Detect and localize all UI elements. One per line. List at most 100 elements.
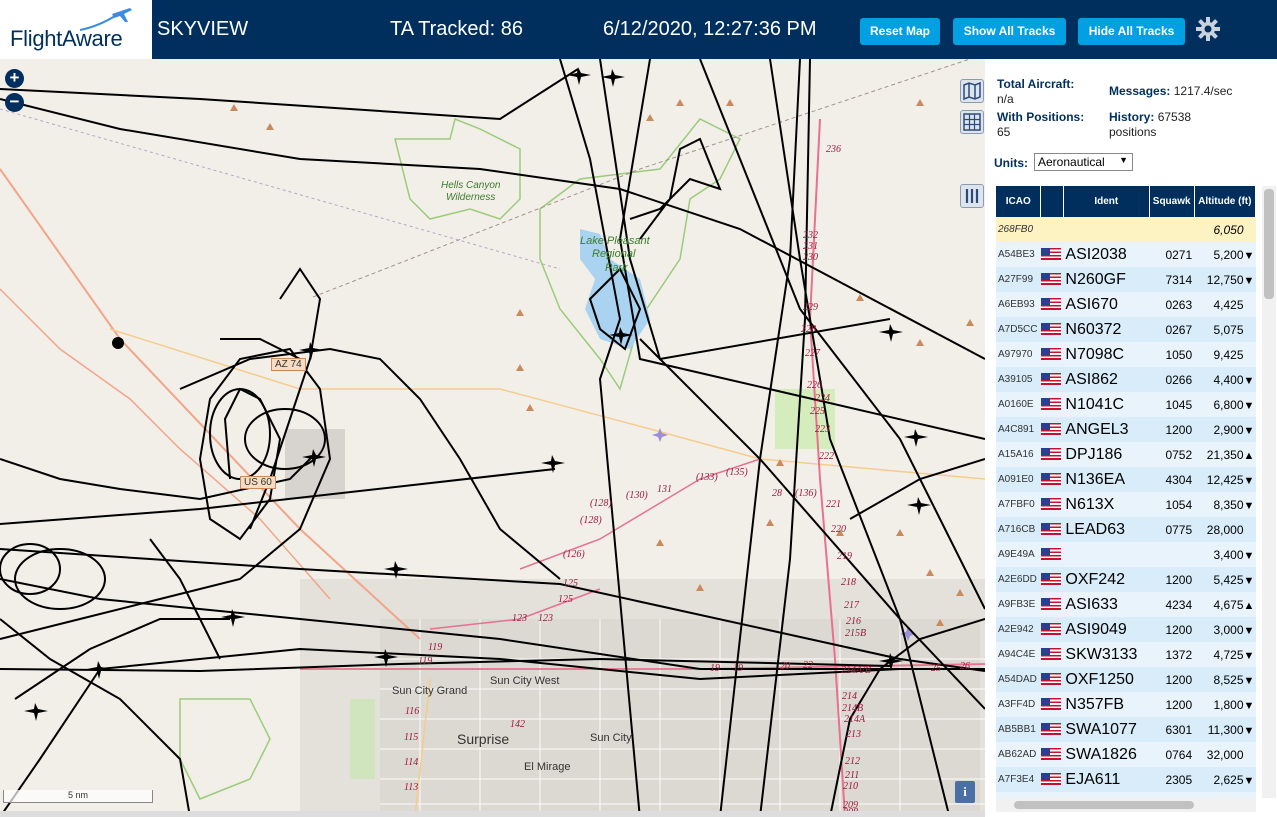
- range-rings-icon[interactable]: [960, 110, 984, 134]
- header-icao[interactable]: ICAO: [996, 186, 1042, 217]
- altitude-value: 3,000: [1213, 622, 1244, 637]
- altitude-value: 6,800: [1213, 397, 1244, 412]
- label-lake-pleasant: Lake Pleasant: [580, 235, 650, 247]
- table-row[interactable]: A091E0 N136EA 4304 12,425▼: [996, 467, 1256, 492]
- table-row[interactable]: A27F99 N260GF 7314 12,750▼: [996, 267, 1256, 292]
- road-label: 215B: [845, 628, 867, 639]
- table-row[interactable]: AB5BB1 SWA1077 6301 11,300▼: [996, 717, 1256, 742]
- label-park: Park: [605, 262, 628, 274]
- shield-us60: US 60: [240, 476, 276, 489]
- us-flag-icon: [1040, 323, 1061, 336]
- zoom-out-button[interactable]: −: [5, 93, 24, 112]
- table-row[interactable]: A7FBF0 N613X 1054 8,350▼: [996, 492, 1256, 517]
- history-label: History:: [1109, 110, 1155, 124]
- altitude-value: 3,400: [1213, 547, 1244, 562]
- cell-altitude: 11,300▼: [1194, 717, 1255, 742]
- hide-all-tracks-button[interactable]: Hide All Tracks: [1078, 18, 1185, 45]
- table-row[interactable]: A94C4E SKW3133 1372 4,725▼: [996, 642, 1256, 667]
- table-row[interactable]: A2E942 ASI9049 1200 3,000▼: [996, 617, 1256, 642]
- table-row[interactable]: A4C891 ANGEL3 1200 2,900▼: [996, 417, 1256, 442]
- cell-flag: [1040, 292, 1063, 317]
- map-view[interactable]: + − Hells Canyon Wilderness Lake Pleasan…: [0, 59, 985, 817]
- table-row[interactable]: A6EB93 ASI670 0263 4,425: [996, 292, 1256, 317]
- map-layers-icon[interactable]: [960, 79, 984, 103]
- scrollbar-thumb[interactable]: [1264, 189, 1274, 299]
- road-label: 216: [846, 616, 861, 627]
- table-row[interactable]: A39105 ASI862 0266 4,400▼: [996, 367, 1256, 392]
- table-row[interactable]: A54BE3 ASI2038 0271 5,200▼: [996, 242, 1256, 267]
- altitude-value: 4,425: [1213, 297, 1244, 312]
- table-row[interactable]: A97970 N7098C 1050 9,425: [996, 342, 1256, 367]
- cell-ident: SWA1077: [1065, 720, 1137, 738]
- cell-icao: A716CB: [998, 524, 1036, 535]
- show-all-tracks-button[interactable]: Show All Tracks: [953, 18, 1066, 45]
- table-row[interactable]: A9E49A 3,400▼: [996, 542, 1256, 567]
- table-row[interactable]: AB62AD SWA1826 0764 32,000: [996, 742, 1256, 767]
- cell-ident: ASI670: [1065, 295, 1118, 313]
- us-flag-icon: [1040, 348, 1061, 361]
- label-sun-city-west: Sun City West: [490, 675, 560, 687]
- columns-icon[interactable]: [960, 184, 984, 208]
- cell-squawk: 1054: [1165, 497, 1193, 512]
- cell-icao: A3FF4D: [998, 699, 1036, 710]
- info-icon[interactable]: i: [955, 781, 975, 803]
- altitude-trend-icon: ▼: [1243, 624, 1255, 637]
- map-horizontal-scrollbar[interactable]: [0, 811, 985, 817]
- road-label: 214A/B: [841, 665, 871, 676]
- table-row[interactable]: A716CB LEAD63 0775 28,000: [996, 517, 1256, 542]
- shield-az74: AZ 74: [271, 358, 306, 371]
- cell-squawk: 4234: [1165, 597, 1193, 612]
- road-label: 217: [844, 600, 859, 611]
- road-label: 19: [733, 663, 743, 674]
- label-surprise: Surprise: [457, 731, 510, 747]
- flightaware-logo[interactable]: FlightAware: [0, 0, 152, 59]
- reset-map-button[interactable]: Reset Map: [860, 18, 940, 45]
- label-sun-city: Sun City: [590, 732, 632, 744]
- table-row[interactable]: A15A16 DPJ186 0752 21,350▲: [996, 442, 1256, 467]
- cell-icao: A7D5CC: [998, 324, 1038, 335]
- map-canvas[interactable]: [0, 59, 985, 817]
- us-flag-icon: [1040, 548, 1061, 561]
- cell-squawk: [1149, 217, 1194, 242]
- cell-icao: 268FB0: [998, 224, 1034, 235]
- clock: 6/12/2020, 12:27:36 PM: [603, 18, 817, 40]
- aircraft-table-container[interactable]: ICAO Ident Squawk Altitude (ft) 268FB0 6,050…: [996, 186, 1256, 798]
- header-ident[interactable]: Ident: [1063, 186, 1150, 217]
- cell-altitude: 6,800▼: [1194, 392, 1255, 417]
- cell-flag: [1040, 467, 1063, 492]
- table-row[interactable]: A7F3E4 EJA611 2305 2,625▼: [996, 767, 1256, 792]
- table-row[interactable]: A54DAD OXF1250 1200 8,525▼: [996, 667, 1256, 692]
- units-select[interactable]: Aeronautical ▼: [1034, 153, 1133, 171]
- scrollbar-thumb[interactable]: [1014, 801, 1194, 809]
- altitude-trend-icon: ▼: [1243, 399, 1255, 412]
- header-altitude[interactable]: Altitude (ft): [1194, 186, 1256, 217]
- table-horizontal-scrollbar[interactable]: [996, 798, 1256, 812]
- with-positions-label: With Positions:: [997, 110, 1085, 124]
- table-row[interactable]: A0160E N1041C 1045 6,800▼: [996, 392, 1256, 417]
- table-row[interactable]: A7D5CC N60372 0267 5,075: [996, 317, 1256, 342]
- cell-squawk: 0263: [1165, 297, 1193, 312]
- table-vertical-scrollbar[interactable]: [1262, 186, 1276, 798]
- cell-flag: [1040, 592, 1063, 617]
- us-flag-icon: [1040, 473, 1061, 486]
- cell-squawk: 1200: [1165, 672, 1193, 687]
- table-row[interactable]: A2E6DD OXF242 1200 5,425▼: [996, 567, 1256, 592]
- gear-icon[interactable]: [1196, 17, 1220, 41]
- road-label: 211: [845, 770, 860, 781]
- table-row[interactable]: A3FF4D N357FB 1200 1,800▼: [996, 692, 1256, 717]
- altitude-trend-icon: ▼: [1243, 674, 1255, 687]
- road-label: 220: [831, 524, 846, 535]
- altitude-value: 21,350: [1206, 447, 1244, 462]
- table-row[interactable]: A9FB3E ASI633 4234 4,675▲: [996, 592, 1256, 617]
- header-squawk[interactable]: Squawk: [1149, 186, 1195, 217]
- cell-altitude: 6,050: [1194, 217, 1255, 242]
- cell-ident: N7098C: [1065, 345, 1125, 363]
- cell-flag: [1040, 767, 1063, 792]
- us-flag-icon: [1040, 423, 1061, 436]
- road-label: 231: [803, 241, 818, 252]
- zoom-in-button[interactable]: +: [5, 69, 24, 88]
- cell-flag: [1040, 367, 1063, 392]
- cell-altitude: 8,350▼: [1194, 492, 1255, 517]
- header-flag[interactable]: [1040, 186, 1064, 217]
- table-row[interactable]: 268FB0 6,050: [996, 217, 1256, 242]
